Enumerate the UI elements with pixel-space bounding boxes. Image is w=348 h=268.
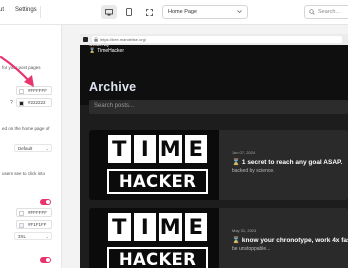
editor-search-input[interactable]: Search... bbox=[304, 5, 348, 19]
mobile-icon bbox=[126, 8, 132, 16]
color-swatch bbox=[19, 88, 24, 94]
logo-letter: M bbox=[159, 213, 182, 241]
logo-letter: M bbox=[159, 135, 182, 163]
post-card[interactable]: T I M E HACKER May 31, 2024 ⌛ know your … bbox=[89, 208, 348, 268]
color-field-1-value: #FFFFFF bbox=[28, 88, 47, 93]
logo-letter: I bbox=[133, 135, 156, 163]
size-select[interactable]: 3XL ⌄ bbox=[14, 232, 52, 240]
post-date: May 31, 2024 bbox=[232, 228, 257, 233]
expand-icon bbox=[145, 8, 153, 16]
posts-search-input[interactable]: Search posts... bbox=[89, 100, 348, 114]
click-into-description: users see to click into bbox=[2, 171, 46, 176]
chevron-down-icon bbox=[237, 10, 242, 13]
settings-panel: for your post pages #FFFFFF ? #222222 ed… bbox=[0, 25, 62, 268]
color-field-1[interactable]: #FFFFFF bbox=[16, 86, 52, 95]
layout-default-select[interactable]: Default ⌄ bbox=[14, 144, 52, 152]
color-field-4-value: #F1F1FF bbox=[28, 222, 47, 227]
post-thumbnail: T I M E HACKER bbox=[89, 130, 219, 200]
logo-hacker-text: HACKER bbox=[107, 169, 208, 194]
home-page-description: ed on the home page of bbox=[2, 126, 50, 131]
logo-letter: E bbox=[184, 135, 207, 163]
post-thumbnail: T I M E HACKER bbox=[89, 208, 219, 268]
posts-search-placeholder: Search posts... bbox=[94, 103, 135, 109]
logo-letter: T bbox=[108, 135, 131, 163]
settings-tab[interactable]: Settings bbox=[15, 7, 37, 13]
logo-letter: T bbox=[108, 213, 131, 241]
logo-letter: E bbox=[184, 213, 207, 241]
fullscreen-button[interactable] bbox=[141, 5, 157, 19]
timehacker-logo: T I M E bbox=[108, 213, 207, 241]
color-swatch bbox=[19, 222, 24, 228]
color-swatch bbox=[19, 100, 24, 106]
brand-name: TimeHacker bbox=[97, 48, 124, 54]
desktop-view-button[interactable] bbox=[101, 5, 117, 19]
editor-toolbar: ut Settings Home Page Search... bbox=[0, 0, 348, 25]
site-header bbox=[80, 45, 348, 105]
chevron-down-icon: ⌄ bbox=[45, 146, 49, 151]
logo-letter: I bbox=[133, 213, 156, 241]
color-swatch bbox=[19, 210, 24, 216]
color-field-3-value: #FFFFFF bbox=[28, 210, 47, 215]
written-by-label: Written By bbox=[89, 42, 109, 47]
toolbar-divider bbox=[40, 6, 41, 18]
post-title[interactable]: ⌛ 1 secret to reach any goal ASAP. bbox=[232, 158, 342, 166]
color-field-2[interactable]: #222222 bbox=[16, 98, 52, 107]
post-excerpt: be unstoppable... bbox=[232, 246, 271, 252]
color-field-2-handle: ? bbox=[10, 100, 13, 106]
setting-toggle-2[interactable] bbox=[40, 257, 51, 263]
hourglass-icon: ⌛ bbox=[89, 48, 96, 54]
search-icon bbox=[309, 9, 315, 15]
logo-hacker-text: HACKER bbox=[107, 247, 208, 268]
color-field-3[interactable]: #FFFFFF bbox=[16, 208, 52, 217]
page-select[interactable]: Home Page bbox=[162, 5, 248, 19]
size-select-value: 3XL bbox=[18, 234, 27, 239]
url-field: https://bee.mandelise.org/ bbox=[92, 36, 342, 43]
toolbar-truncated-tab[interactable]: ut bbox=[0, 7, 4, 13]
timehacker-logo: T I M E bbox=[108, 135, 207, 163]
brand-link[interactable]: ⌛ TimeHacker bbox=[89, 48, 124, 54]
color-field-4[interactable]: #F1F1FF bbox=[16, 220, 52, 229]
post-excerpt: backed by science. bbox=[232, 168, 275, 174]
post-card[interactable]: T I M E HACKER Jun 07, 2024 ⌛ 1 secret t… bbox=[89, 130, 348, 200]
site-preview: https://bee.mandelise.org/ Written By ⌛ … bbox=[80, 34, 348, 268]
browser-address-bar: https://bee.mandelise.org/ bbox=[80, 34, 348, 45]
chevron-down-icon: ⌄ bbox=[45, 234, 49, 239]
archive-heading: Archive bbox=[89, 80, 137, 94]
desktop-icon bbox=[105, 8, 113, 15]
browser-tab-icon bbox=[83, 37, 88, 42]
editor-search-placeholder: Search... bbox=[318, 9, 341, 15]
setting-toggle-1[interactable] bbox=[40, 199, 51, 205]
page-select-value: Home Page bbox=[168, 9, 198, 15]
post-date: Jun 07, 2024 bbox=[232, 150, 256, 155]
layout-default-value: Default bbox=[18, 146, 33, 151]
mobile-view-button[interactable] bbox=[121, 5, 137, 19]
color-field-2-value: #222222 bbox=[28, 100, 46, 105]
post-title[interactable]: ⌛ know your chronotype, work 4x faster. bbox=[232, 236, 348, 244]
post-pages-description: for your post pages bbox=[2, 65, 41, 70]
